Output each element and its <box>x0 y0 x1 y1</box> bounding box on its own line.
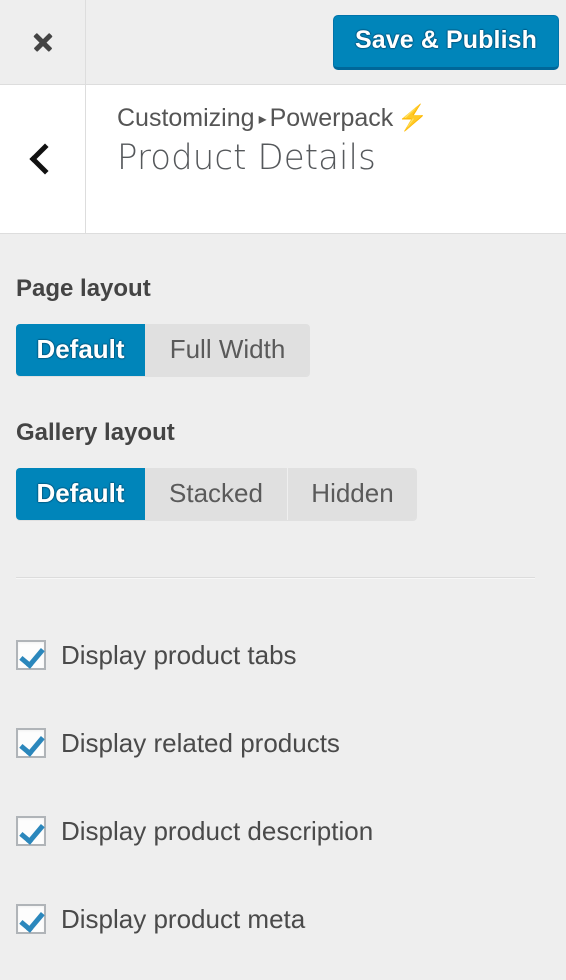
panel-header: Customizing ▸ Powerpack ⚡ Product Details <box>0 85 566 234</box>
checkmark-icon <box>19 730 45 757</box>
breadcrumb: Customizing ▸ Powerpack ⚡ <box>117 104 428 133</box>
back-button[interactable] <box>0 85 86 233</box>
toggle-display-product-tabs[interactable]: Display product tabs <box>16 638 297 672</box>
checkbox-icon[interactable] <box>16 728 46 758</box>
gallery-layout-option-default[interactable]: Default <box>16 468 145 520</box>
page-layout-control[interactable]: Default Full Width <box>16 324 310 376</box>
section-divider <box>16 577 535 579</box>
panel-title-group: Customizing ▸ Powerpack ⚡ Product Details <box>117 85 556 233</box>
toggle-label: Display related products <box>61 727 340 758</box>
close-icon <box>30 29 56 55</box>
breadcrumb-root[interactable]: Customizing <box>117 104 255 132</box>
toggle-label: Display product meta <box>61 903 306 934</box>
toggle-display-product-description[interactable]: Display product description <box>16 814 373 848</box>
checkmark-icon <box>19 906 45 933</box>
page-layout-option-full-width[interactable]: Full Width <box>145 324 310 376</box>
breadcrumb-parent[interactable]: Powerpack <box>270 104 394 132</box>
page-layout-label: Page layout <box>16 275 151 302</box>
checkmark-icon <box>19 818 45 845</box>
gallery-layout-label: Gallery layout <box>16 419 175 446</box>
checkbox-icon[interactable] <box>16 816 46 846</box>
save-and-publish-button[interactable]: Save & Publish <box>333 15 559 70</box>
toggle-display-related-products[interactable]: Display related products <box>16 726 340 760</box>
gallery-layout-option-stacked[interactable]: Stacked <box>145 468 288 520</box>
chevron-left-icon <box>29 143 61 175</box>
toggle-display-product-meta[interactable]: Display product meta <box>16 902 305 936</box>
page-layout-option-default[interactable]: Default <box>16 324 145 376</box>
page-title: Product Details <box>117 138 376 178</box>
checkbox-icon[interactable] <box>16 640 46 670</box>
breadcrumb-separator-icon: ▸ <box>258 111 267 128</box>
toggle-label: Display product description <box>61 815 374 846</box>
customizer-content: Page layout Default Full Width Gallery l… <box>0 235 566 980</box>
lightning-bolt-icon: ⚡ <box>397 104 429 132</box>
close-customizer-button[interactable] <box>0 0 86 84</box>
gallery-layout-control[interactable]: Default Stacked Hidden <box>16 468 417 520</box>
checkmark-icon <box>19 642 45 669</box>
gallery-layout-option-hidden[interactable]: Hidden <box>288 468 417 520</box>
customizer-topbar: Save & Publish <box>0 0 566 85</box>
toggle-label: Display product tabs <box>61 639 297 670</box>
checkbox-icon[interactable] <box>16 904 46 934</box>
